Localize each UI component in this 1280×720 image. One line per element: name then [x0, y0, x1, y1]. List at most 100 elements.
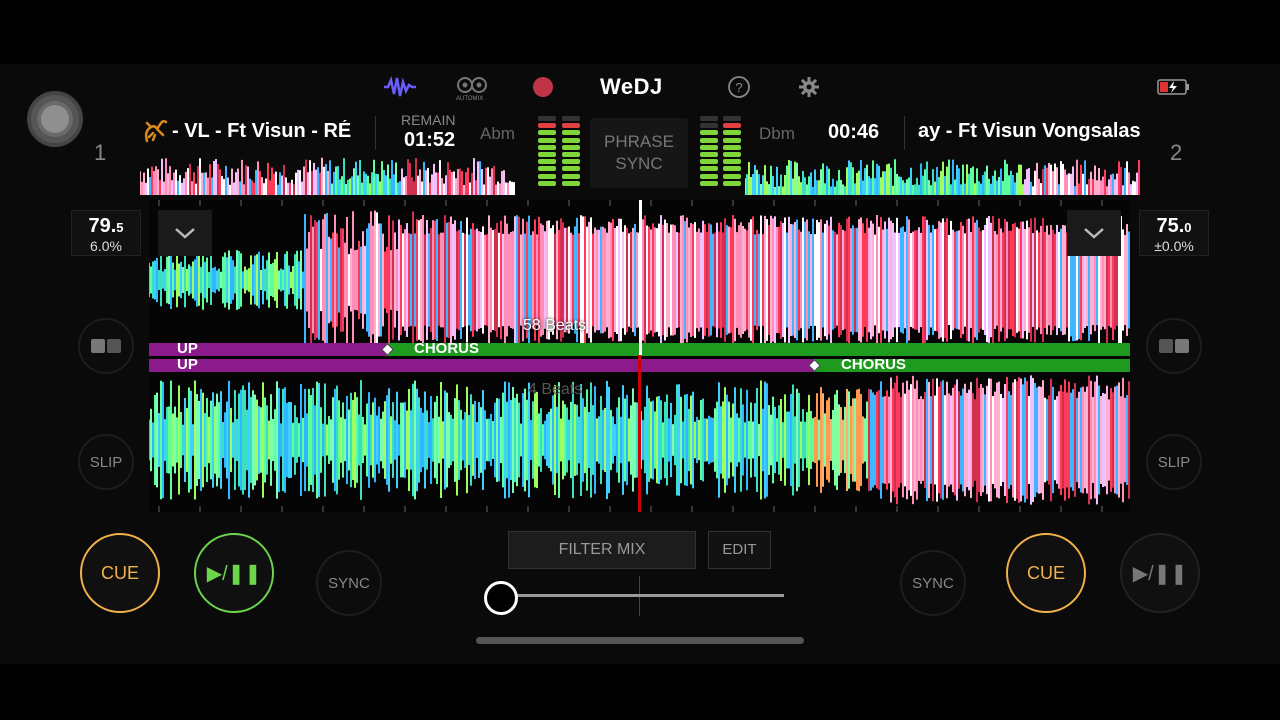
- phrase-sync-button[interactable]: PHRASE SYNC: [590, 118, 688, 188]
- meter-segment: [700, 137, 718, 143]
- meter-segment: [700, 123, 718, 129]
- home-button[interactable]: [27, 91, 83, 147]
- level-meter-right-a: [700, 116, 718, 188]
- phrase-label-up: UP: [177, 356, 198, 373]
- meter-segment: [562, 173, 580, 179]
- remain-label: REMAIN: [401, 112, 456, 128]
- scorpion-artwork-icon: [140, 116, 170, 146]
- playhead-top: [639, 200, 642, 355]
- meter-segment: [538, 137, 556, 143]
- track-title-left: - VL - Ft Visun - RÉ: [172, 120, 352, 142]
- phrase-sync-line2: SYNC: [615, 154, 663, 173]
- bpm-decimal: 5: [116, 220, 124, 235]
- meter-segment: [562, 130, 580, 136]
- filter-mix-button[interactable]: FILTER MIX: [508, 531, 696, 569]
- slip-button-right[interactable]: SLIP: [1146, 434, 1202, 490]
- slip-mode-icon[interactable]: [78, 318, 134, 374]
- bpm-display-left[interactable]: 79.5 6.0%: [71, 210, 141, 256]
- sync-button-right[interactable]: SYNC: [900, 550, 966, 616]
- meter-segment: [700, 159, 718, 165]
- deck-number-right: 2: [1170, 140, 1183, 165]
- phrase-label-up: UP: [177, 340, 198, 357]
- meter-segment: [562, 144, 580, 150]
- slip-mode-icon[interactable]: [1146, 318, 1202, 374]
- home-indicator: [476, 637, 804, 644]
- meter-segment: [538, 173, 556, 179]
- gear-icon[interactable]: [796, 72, 822, 102]
- app-logo: WeDJ: [600, 74, 663, 99]
- level-meter-left-b: [562, 116, 580, 188]
- beats-label-left: 58 Beats: [523, 317, 587, 334]
- overview-waveform-right[interactable]: [745, 155, 1140, 195]
- help-icon[interactable]: ?: [726, 72, 752, 102]
- meter-segment: [538, 144, 556, 150]
- meter-segment: [700, 144, 718, 150]
- record-icon[interactable]: [530, 72, 556, 102]
- waveform-icon[interactable]: [382, 72, 418, 102]
- sync-button-left[interactable]: SYNC: [316, 550, 382, 616]
- meter-segment: [723, 151, 741, 157]
- overview-waveform-left[interactable]: [140, 155, 515, 195]
- bpm-value: 79.: [88, 215, 117, 237]
- meter-segment: [538, 166, 556, 172]
- meter-segment: [700, 166, 718, 172]
- waveform-display[interactable]: UP CHORUS UP CHORUS 58 Beats 4 Beats: [149, 200, 1130, 512]
- phrase-label-chorus: CHORUS: [841, 356, 907, 373]
- crossfader-track[interactable]: [500, 594, 784, 597]
- time-right: 00:46: [828, 121, 880, 143]
- meter-segment: [538, 159, 556, 165]
- level-meter-right-b: [723, 116, 741, 188]
- chevron-down-icon[interactable]: [1067, 210, 1121, 256]
- meter-segment: [723, 144, 741, 150]
- meter-segment: [723, 116, 741, 121]
- meter-segment: [723, 130, 741, 136]
- beats-label-right: 4 Beats: [528, 381, 583, 398]
- play-pause-button-right[interactable]: ▶/❚❚: [1120, 533, 1200, 613]
- edit-button[interactable]: EDIT: [708, 531, 771, 569]
- cue-button-right[interactable]: CUE: [1006, 533, 1086, 613]
- meter-segment: [723, 159, 741, 165]
- deck-number-left: 1: [94, 140, 107, 165]
- battery-charging-icon: [1156, 72, 1192, 102]
- bpm-value: 75.: [1156, 215, 1185, 237]
- remain-time: 01:52: [404, 129, 456, 151]
- meter-segment: [538, 151, 556, 157]
- meter-segment: [700, 180, 718, 186]
- meter-segment: [562, 123, 580, 129]
- automix-label: AUTOMIX: [456, 96, 484, 102]
- play-pause-button-left[interactable]: ▶/❚❚: [194, 533, 274, 613]
- chevron-down-icon[interactable]: [158, 210, 212, 256]
- key-left: Abm: [480, 124, 515, 143]
- cue-button-left[interactable]: CUE: [80, 533, 160, 613]
- track-title-right: ay - Ft Visun Vongsalas: [918, 120, 1140, 142]
- meter-segment: [562, 180, 580, 186]
- key-right: Dbm: [759, 124, 795, 143]
- meter-segment: [562, 159, 580, 165]
- meter-segment: [723, 137, 741, 143]
- meter-segment: [538, 116, 556, 121]
- meter-segment: [562, 137, 580, 143]
- bpm-display-right[interactable]: 75.0 ±0.0%: [1139, 210, 1209, 256]
- playhead-bottom: [638, 355, 641, 512]
- meter-segment: [700, 151, 718, 157]
- meter-segment: [538, 130, 556, 136]
- meter-segment: [538, 180, 556, 186]
- meter-segment: [700, 130, 718, 136]
- meter-segment: [723, 166, 741, 172]
- meter-segment: [562, 151, 580, 157]
- meter-segment: [562, 116, 580, 121]
- crossfader-knob[interactable]: [484, 581, 518, 615]
- meter-segment: [538, 123, 556, 129]
- meter-segment: [700, 173, 718, 179]
- meter-segment: [723, 180, 741, 186]
- meter-segment: [723, 173, 741, 179]
- divider: [375, 116, 376, 150]
- phrase-sync-line1: PHRASE: [604, 132, 674, 151]
- pitch-value: ±0.0%: [1154, 238, 1194, 254]
- level-meter-left-a: [538, 116, 556, 188]
- slip-button-left[interactable]: SLIP: [78, 434, 134, 490]
- meter-segment: [723, 123, 741, 129]
- phrase-label-chorus: CHORUS: [414, 340, 480, 357]
- divider: [904, 116, 905, 150]
- bpm-decimal: 0: [1184, 220, 1192, 235]
